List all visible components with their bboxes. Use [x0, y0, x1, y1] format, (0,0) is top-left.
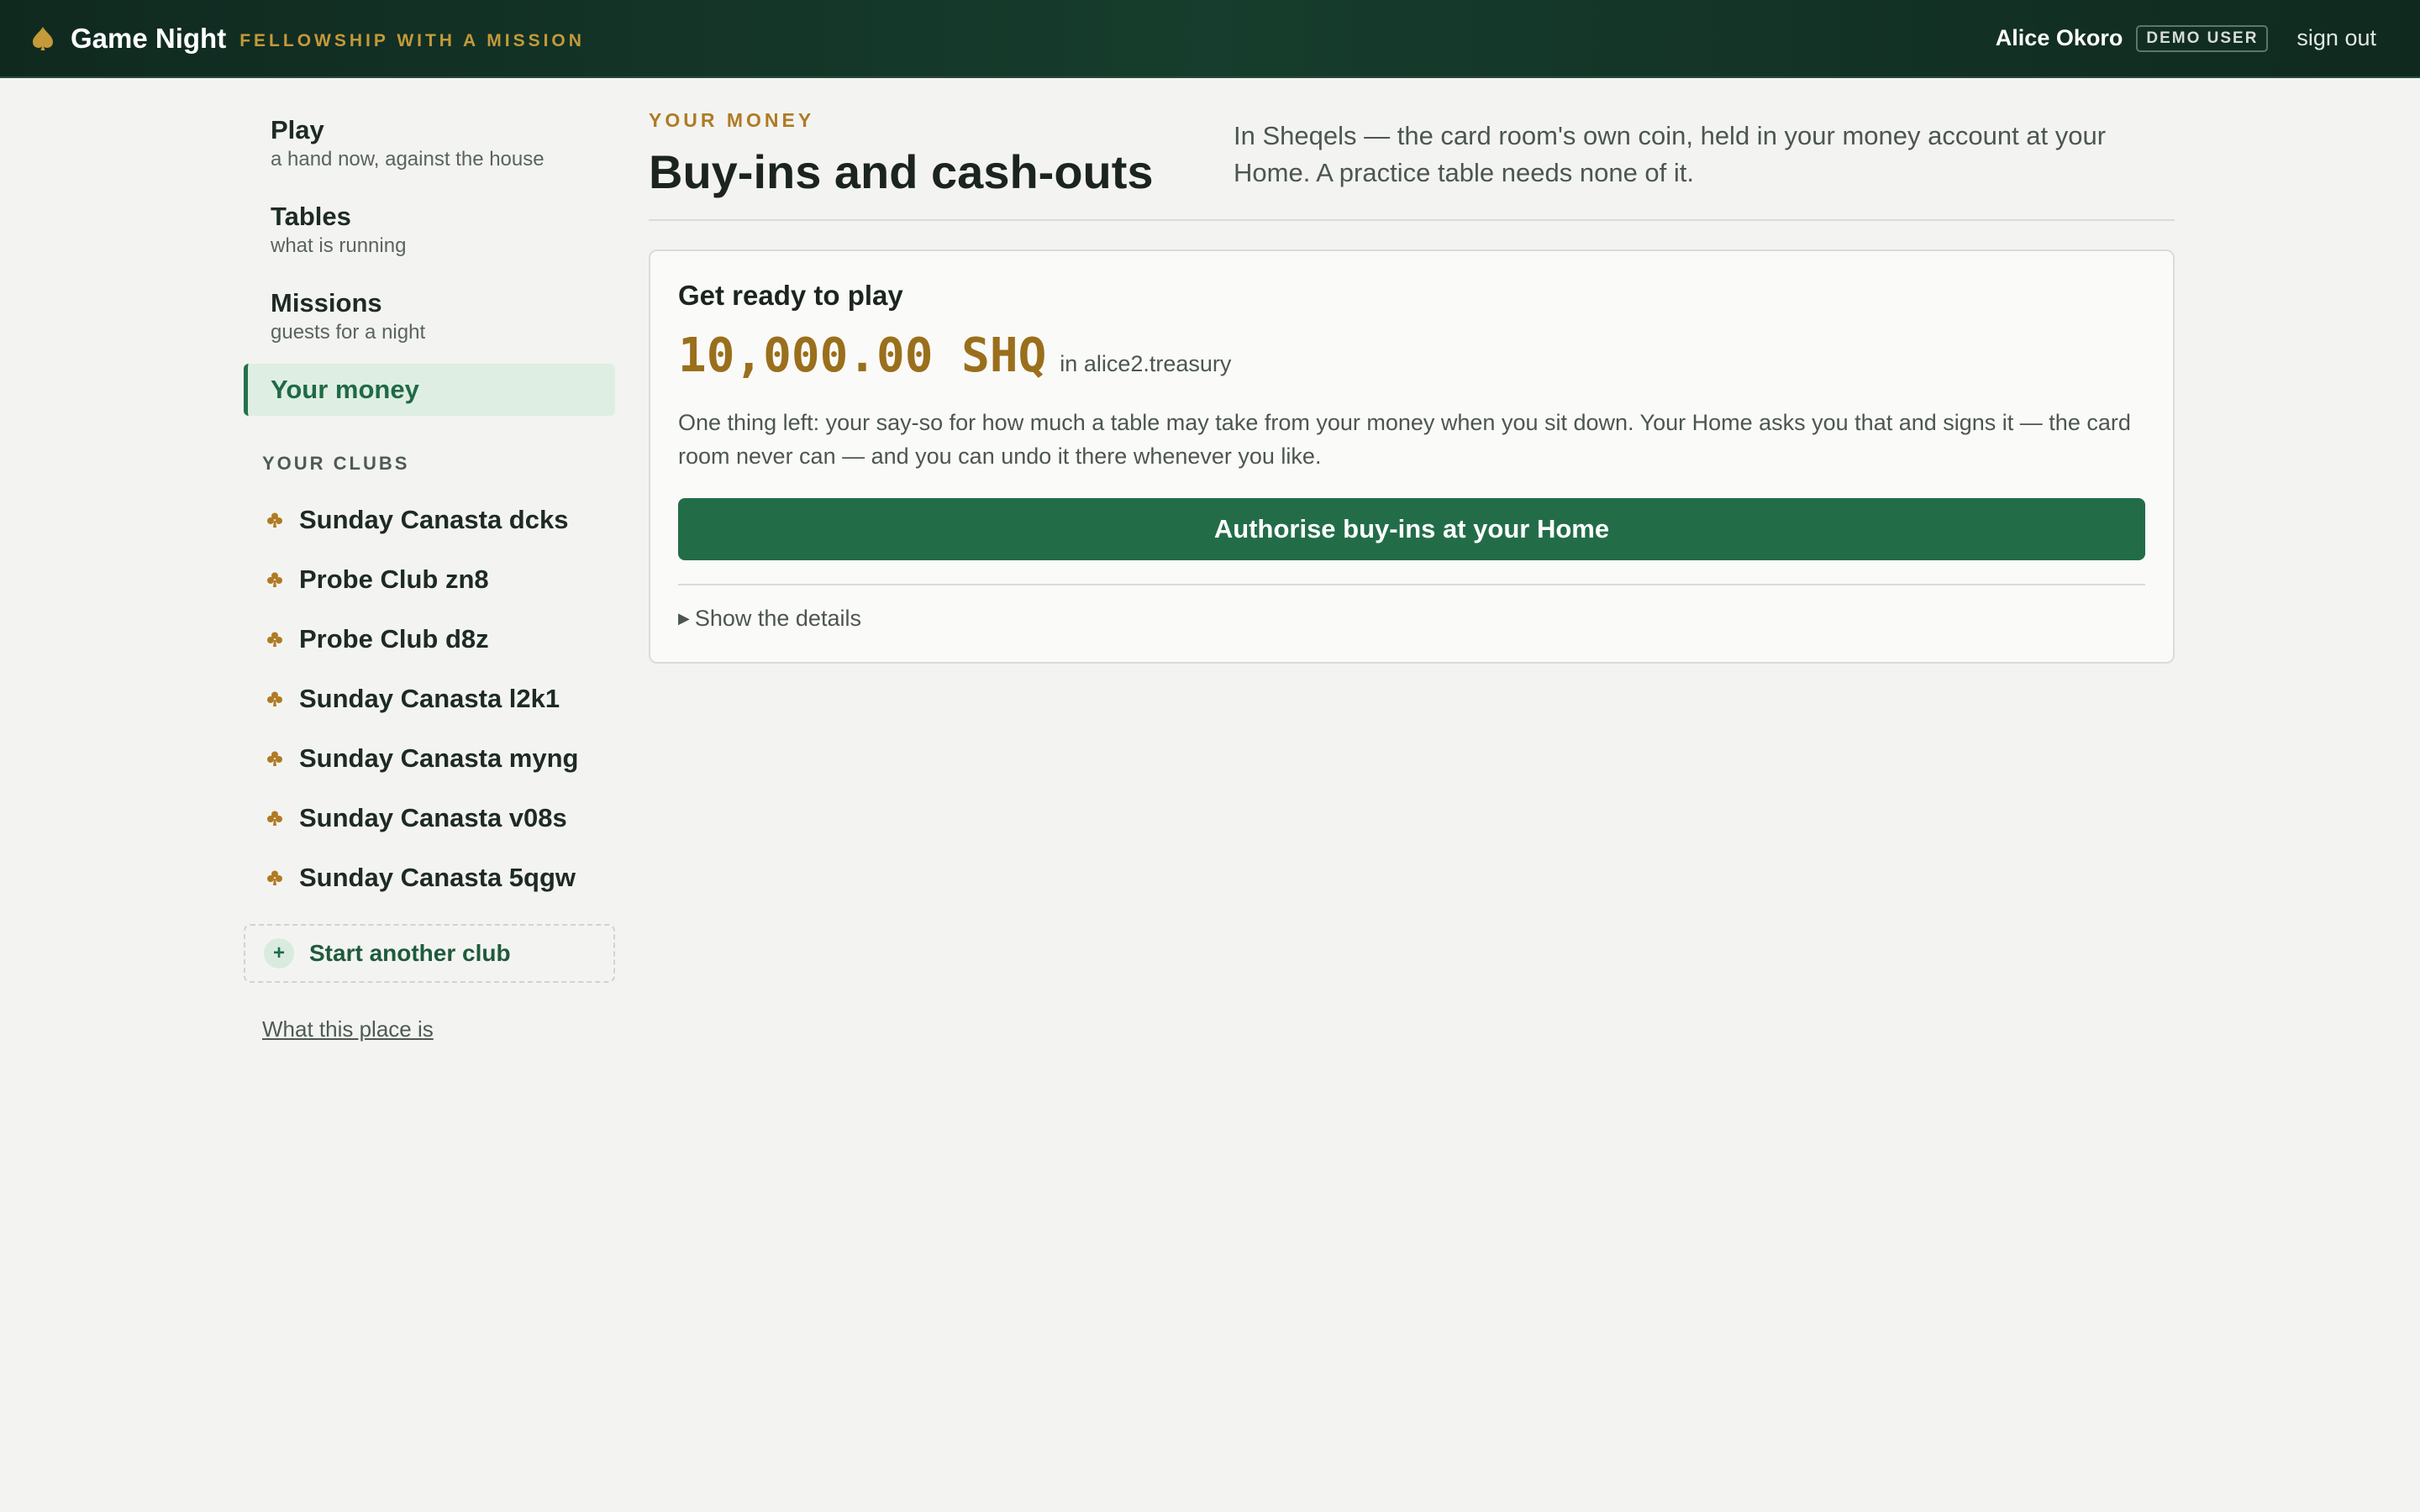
show-details-label: Show the details — [694, 606, 861, 631]
clubs-heading: YOUR CLUBS — [262, 453, 410, 474]
club-item[interactable]: Sunday Canasta 5qgw — [244, 848, 615, 907]
club-name: Sunday Canasta v08s — [299, 802, 567, 832]
club-name: Probe Club zn8 — [299, 564, 489, 594]
what-this-place-is-link[interactable]: What this place is — [262, 1016, 434, 1042]
club-item[interactable]: Probe Club zn8 — [244, 549, 615, 609]
page-heading-group: YOUR MONEY Buy-ins and cash-outs — [649, 109, 1154, 201]
nav-item-missions[interactable]: Missions guests for a night — [244, 274, 615, 357]
card-description: One thing left: your say-so for how much… — [678, 410, 2131, 469]
plus-icon: + — [264, 938, 294, 969]
card-divider — [678, 584, 2145, 585]
club-icon — [266, 869, 284, 887]
club-name: Sunday Canasta 5qgw — [299, 862, 576, 892]
balance-account: in alice2.treasury — [1060, 351, 1232, 376]
brand-name: Game Night — [71, 22, 227, 54]
nav-item-tables[interactable]: Tables what is running — [244, 187, 615, 270]
club-name: Sunday Canasta l2k1 — [299, 683, 560, 713]
section-eyebrow: YOUR MONEY — [649, 109, 815, 131]
balance-amount: 10,000.00 SHQ — [678, 328, 1047, 383]
nav-item-play[interactable]: Play a hand now, against the house — [244, 101, 615, 184]
start-another-club-label: Start another club — [309, 940, 511, 966]
get-ready-card: Get ready to play 10,000.00 SHQ in alice… — [649, 249, 2175, 664]
card-title: Get ready to play — [678, 280, 903, 311]
spade-icon — [29, 24, 57, 53]
brand[interactable]: Game Night FELLOWSHIP WITH A MISSION — [29, 23, 585, 55]
nav-item-title: Play — [271, 115, 324, 144]
club-list: Sunday Canasta dcks Probe Club zn8 Probe… — [244, 490, 615, 907]
club-icon — [266, 630, 284, 648]
demo-user-badge: DEMO USER — [2136, 24, 2269, 52]
club-icon — [266, 690, 284, 708]
club-item[interactable]: Sunday Canasta l2k1 — [244, 669, 615, 728]
nav-item-subtitle: guests for a night — [271, 321, 426, 344]
nav-item-subtitle: what is running — [271, 234, 407, 257]
club-name: Sunday Canasta myng — [299, 743, 579, 773]
top-bar: Game Night FELLOWSHIP WITH A MISSION Ali… — [0, 0, 2420, 78]
user-area: Alice Okoro DEMO USER sign out — [1995, 24, 2376, 52]
sign-out-link[interactable]: sign out — [2296, 25, 2376, 51]
show-details-toggle[interactable]: ▶ Show the details — [678, 606, 2145, 632]
nav-item-subtitle: a hand now, against the house — [271, 148, 544, 171]
club-item[interactable]: Probe Club d8z — [244, 609, 615, 669]
page-title: Buy-ins and cash-outs — [649, 145, 1154, 198]
nav-item-your-money[interactable]: Your money — [244, 364, 615, 416]
user-name: Alice Okoro — [1995, 25, 2123, 50]
club-item[interactable]: Sunday Canasta dcks — [244, 490, 615, 549]
club-name: Sunday Canasta dcks — [299, 504, 569, 534]
club-icon — [266, 749, 284, 768]
page-intro: In Sheqels — the card room's own coin, h… — [1234, 121, 2107, 187]
club-item[interactable]: Sunday Canasta myng — [244, 728, 615, 788]
main-content: YOUR MONEY Buy-ins and cash-outs In Sheq… — [649, 109, 2175, 664]
nav-item-title: Missions — [271, 288, 382, 318]
nav-item-title: Tables — [271, 202, 351, 231]
caret-right-icon: ▶ — [678, 610, 690, 627]
nav-item-title: Your money — [271, 375, 419, 404]
brand-tagline: FELLOWSHIP WITH A MISSION — [239, 30, 585, 50]
club-item[interactable]: Sunday Canasta v08s — [244, 788, 615, 848]
authorise-buy-ins-button[interactable]: Authorise buy-ins at your Home — [678, 498, 2145, 560]
balance-row: 10,000.00 SHQ in alice2.treasury — [678, 328, 2145, 383]
start-another-club-button[interactable]: + Start another club — [244, 924, 615, 983]
club-icon — [266, 570, 284, 589]
club-icon — [266, 511, 284, 529]
club-icon — [266, 809, 284, 827]
club-name: Probe Club d8z — [299, 623, 489, 654]
page-header: YOUR MONEY Buy-ins and cash-outs In Sheq… — [649, 109, 2175, 221]
sidebar: Play a hand now, against the house Table… — [244, 101, 615, 1042]
